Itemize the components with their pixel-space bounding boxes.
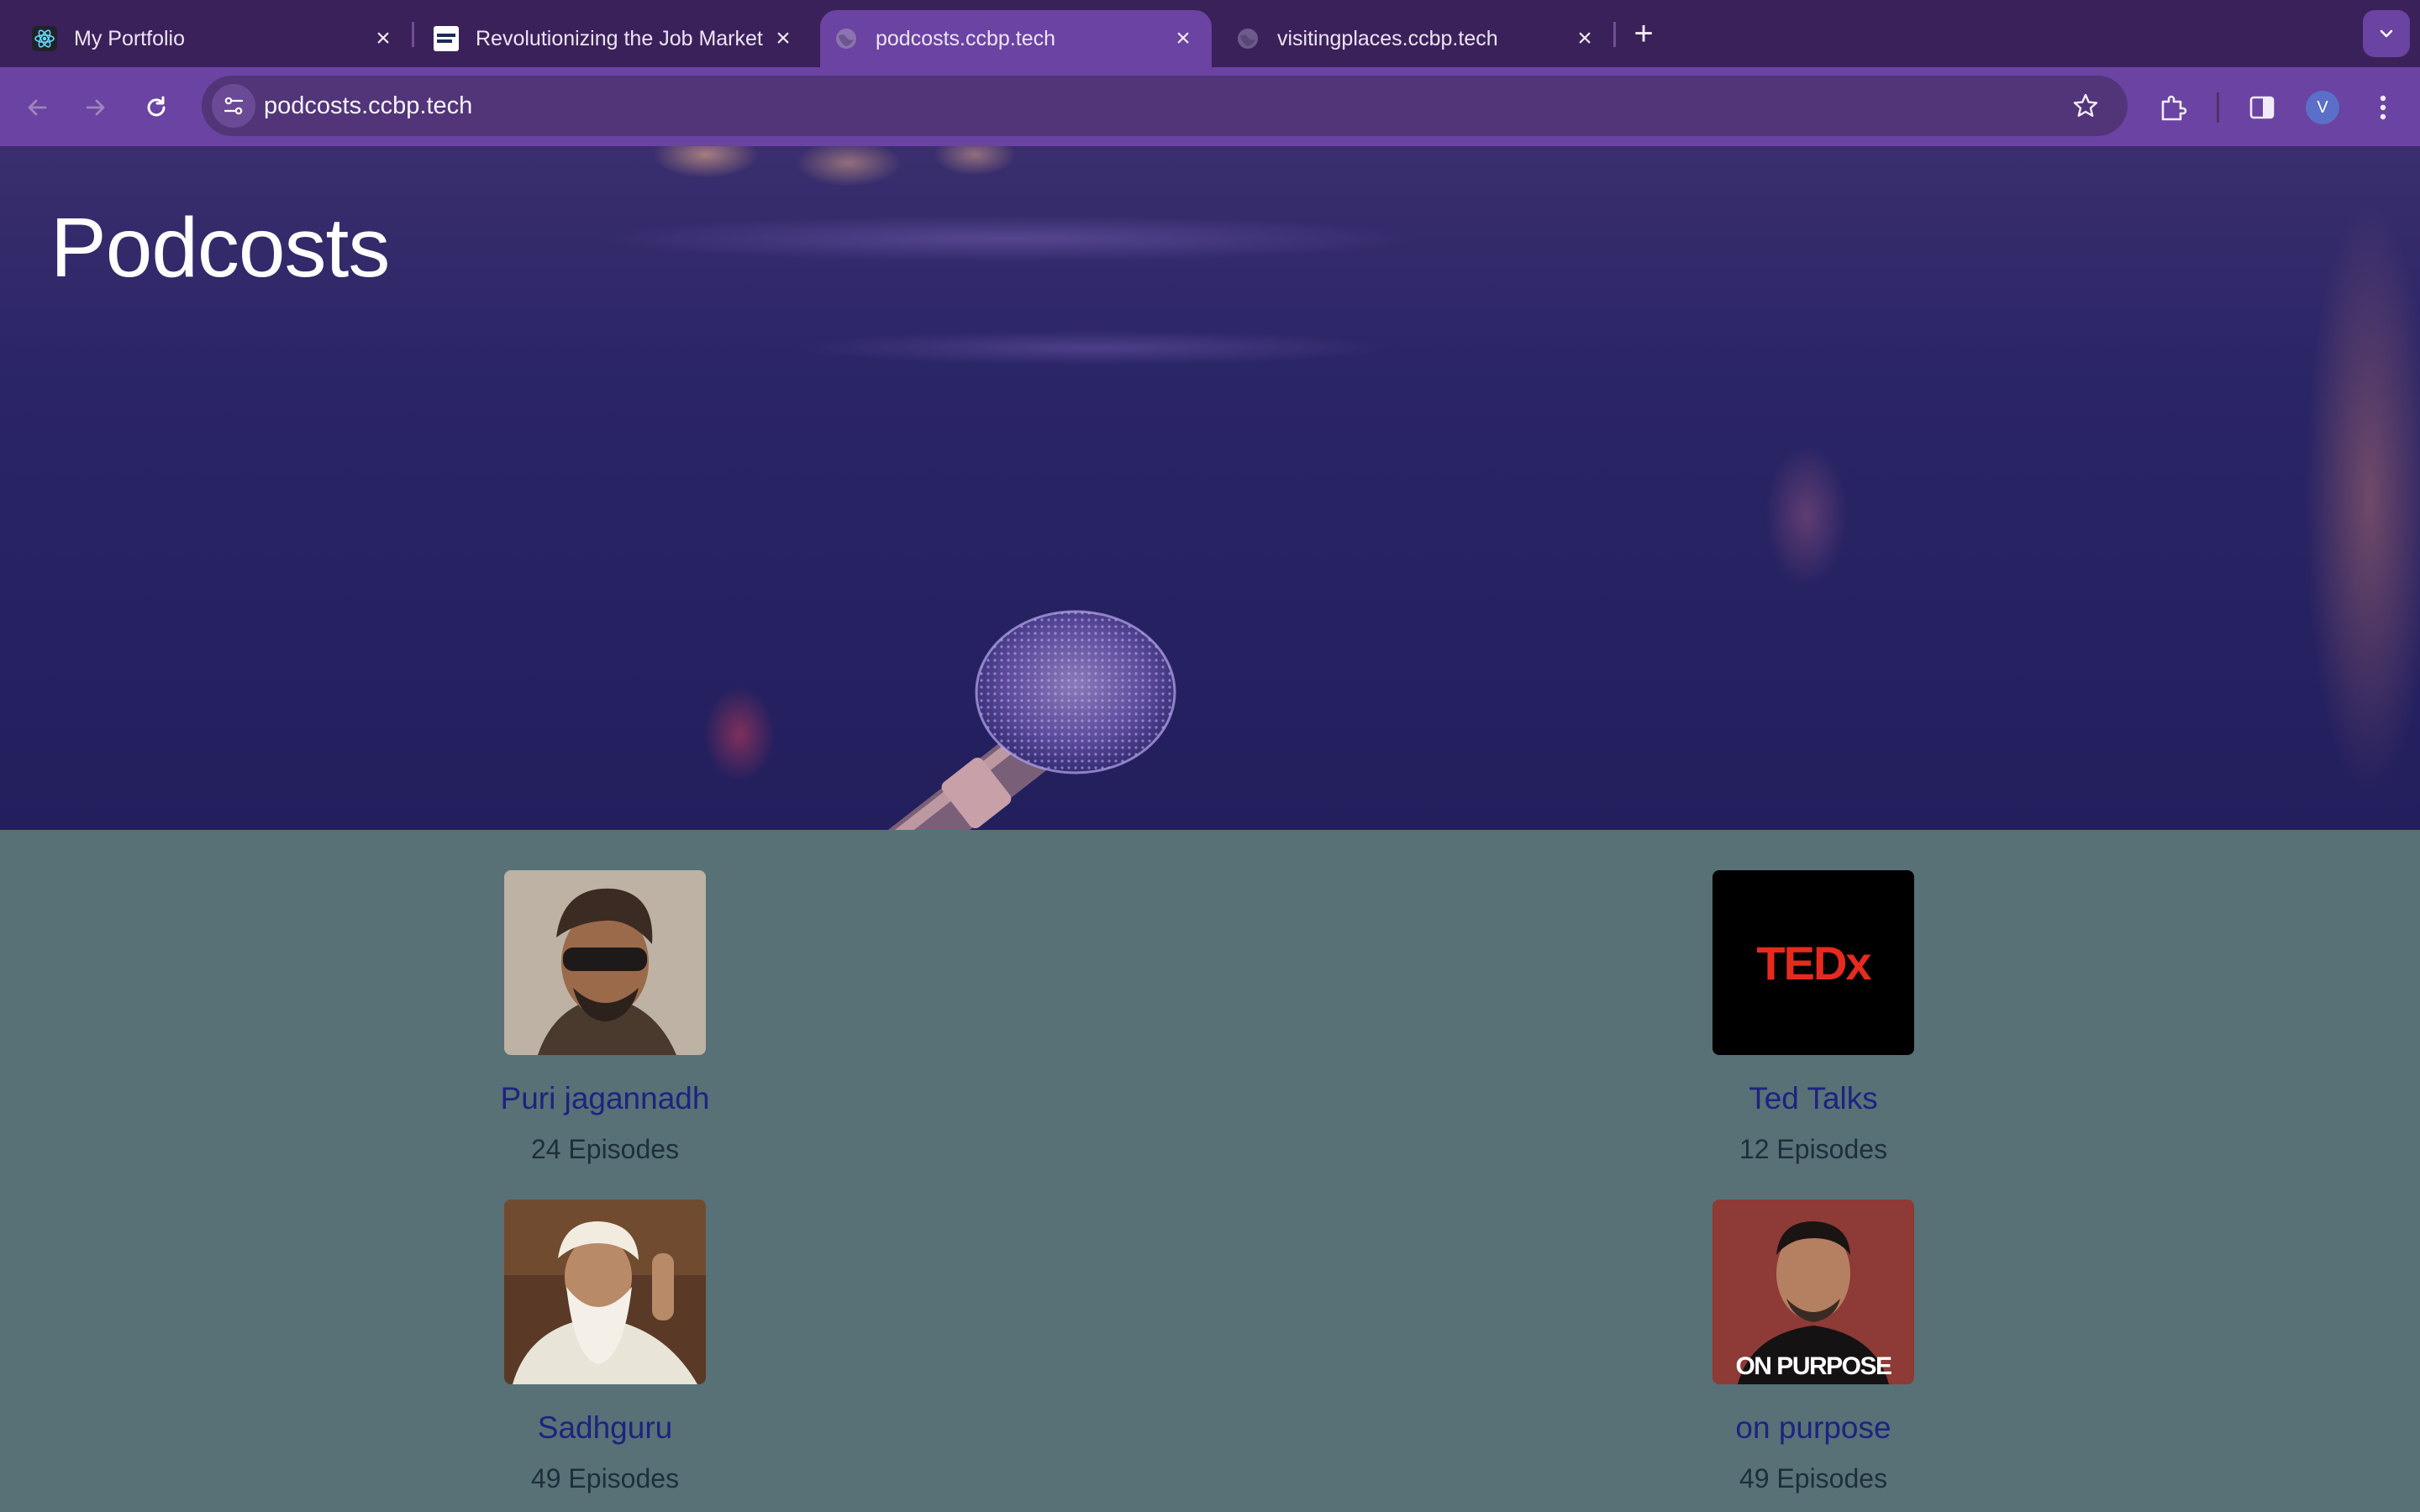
arrow-right-icon: [86, 99, 105, 116]
tab-title: My Portfolio: [74, 26, 185, 50]
podcast-thumbnail[interactable]: [504, 870, 706, 1055]
close-icon[interactable]: ×: [1570, 24, 1600, 54]
reload-button[interactable]: [138, 89, 175, 126]
nxtwave-icon: [434, 26, 459, 51]
episode-count: 49 Episodes: [530, 1463, 680, 1494]
podcast-name[interactable]: Puri jagannadh: [437, 1080, 773, 1117]
chevron-down-icon: [2380, 29, 2393, 38]
back-button[interactable]: [18, 89, 55, 126]
on-purpose-logo: ON PURPOSE: [1735, 1352, 1892, 1380]
tab-title: Revolutionizing the Job Market: [476, 26, 763, 50]
toolbar-divider: [2217, 92, 2219, 123]
forward-button[interactable]: [77, 89, 114, 126]
reload-icon: [147, 96, 166, 117]
podcast-card-sadhguru[interactable]: Sadhguru 49 Episodes: [437, 1200, 773, 1495]
close-icon[interactable]: ×: [368, 24, 398, 54]
tab-title: visitingplaces.ccbp.tech: [1277, 26, 1498, 50]
podcast-name[interactable]: Ted Talks: [1645, 1080, 1981, 1117]
globe-icon: [834, 26, 859, 51]
tab-podcosts[interactable]: podcosts.ccbp.tech ×: [820, 10, 1212, 67]
close-icon[interactable]: ×: [1168, 24, 1198, 54]
tedx-logo: TEDx: [1756, 936, 1871, 990]
tab-strip: My Portfolio × Revolutionizing the Job M…: [0, 0, 2420, 67]
tab-divider: [1613, 22, 1616, 47]
episode-count: 12 Episodes: [1739, 1134, 1888, 1164]
tab-search-button[interactable]: [2363, 10, 2410, 57]
page-title: Podcosts: [50, 201, 390, 295]
profile-avatar[interactable]: V: [2306, 91, 2339, 124]
new-tab-button[interactable]: +: [1627, 15, 1660, 52]
site-settings-icon[interactable]: [212, 84, 255, 128]
extensions-icon[interactable]: [2153, 87, 2193, 128]
tab-revolutionizing[interactable]: Revolutionizing the Job Market ×: [402, 10, 812, 67]
bookmark-star-icon[interactable]: [2067, 87, 2104, 124]
close-icon[interactable]: ×: [768, 24, 798, 54]
podcast-card-puri-jagannadh[interactable]: Puri jagannadh 24 Episodes: [437, 870, 773, 1166]
tab-my-portfolio[interactable]: My Portfolio ×: [0, 10, 412, 67]
browser-toolbar: podcosts.ccbp.tech V: [0, 67, 2420, 213]
podcast-card-on-purpose[interactable]: ON PURPOSE on purpose 49 Episodes: [1645, 1200, 1981, 1495]
podcast-thumbnail[interactable]: [504, 1200, 706, 1384]
episode-count: 24 Episodes: [530, 1134, 680, 1164]
address-bar[interactable]: podcosts.ccbp.tech: [202, 76, 2128, 136]
podcast-name[interactable]: Sadhguru: [437, 1410, 773, 1446]
more-menu-icon[interactable]: [2363, 87, 2403, 128]
tab-visitingplaces[interactable]: visitingplaces.ccbp.tech ×: [1212, 10, 1613, 67]
podcast-card-ted-talks[interactable]: TEDx Ted Talks 12 Episodes: [1645, 870, 1981, 1166]
podcast-thumbnail[interactable]: ON PURPOSE: [1712, 1200, 1914, 1384]
podcast-name[interactable]: on purpose: [1645, 1410, 1981, 1446]
url-text[interactable]: podcosts.ccbp.tech: [264, 76, 472, 136]
arrow-left-icon: [28, 99, 47, 116]
globe-icon: [1235, 26, 1260, 51]
podcast-grid: Puri jagannadh 24 Episodes TEDx Ted Talk…: [0, 830, 2420, 1512]
episode-count: 49 Episodes: [1739, 1463, 1888, 1494]
side-panel-icon[interactable]: [2242, 87, 2282, 128]
react-icon: [32, 26, 57, 51]
tab-title: podcosts.ccbp.tech: [876, 26, 1056, 50]
microphone-image: [857, 610, 1176, 830]
podcast-thumbnail[interactable]: TEDx: [1712, 870, 1914, 1055]
hero-banner: Podcosts: [0, 146, 2420, 830]
